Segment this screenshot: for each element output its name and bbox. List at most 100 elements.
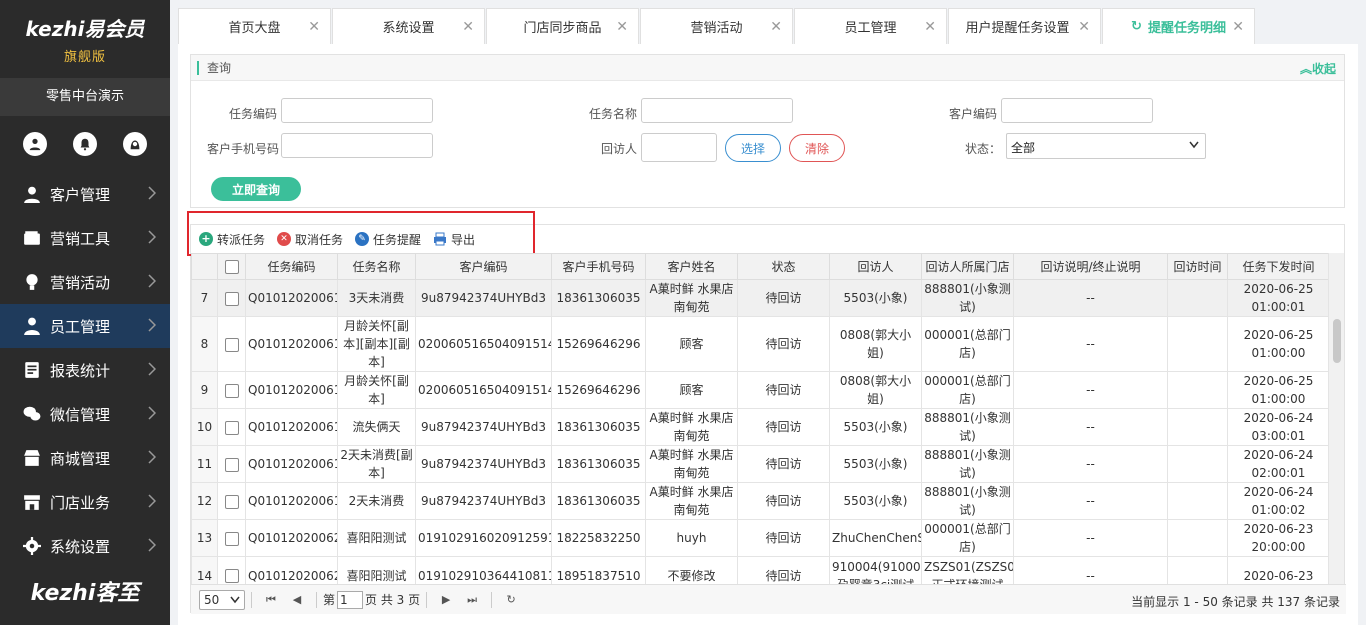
close-icon[interactable]: ✕ — [1232, 19, 1244, 35]
page-number-input[interactable]: 1 — [337, 590, 364, 609]
prev-page-icon[interactable]: ◀ — [290, 593, 304, 607]
table-row[interactable]: 14 Q010120200623喜阳阳测试01910291036441081118… — [191, 556, 1330, 584]
export-button[interactable]: 导出 — [433, 231, 475, 248]
menu-item-customers[interactable]: 客户管理 — [0, 172, 170, 216]
tab-dashboard[interactable]: 首页大盘 ✕ — [178, 8, 331, 44]
close-icon[interactable]: ✕ — [1078, 19, 1090, 35]
column-header[interactable]: 任务下发时间 — [1227, 253, 1330, 280]
tab-staff[interactable]: 员工管理 ✕ — [794, 8, 947, 44]
menu-item-marketing-tools[interactable]: 营销工具 — [0, 216, 170, 260]
customer-code-input[interactable] — [1001, 98, 1153, 123]
scrollbar-thumb[interactable] — [1333, 319, 1341, 363]
close-icon[interactable]: ✕ — [770, 19, 782, 35]
pencil-icon: ✎ — [355, 232, 370, 246]
menu-item-system-settings[interactable]: 系统设置 — [0, 524, 170, 568]
tab-reminder-settings[interactable]: 用户提醒任务设置 ✕ — [948, 8, 1101, 44]
column-header[interactable]: 任务编码 — [245, 253, 338, 280]
tab-system-settings[interactable]: 系统设置 ✕ — [332, 8, 485, 44]
table-row[interactable]: 9 Q010120200619月龄关怀[副本]020060516504091514… — [191, 371, 1330, 409]
column-header[interactable]: 任务名称 — [337, 253, 416, 280]
row-checkbox[interactable] — [224, 569, 239, 583]
row-checkbox[interactable] — [224, 457, 239, 472]
row-checkbox-cell[interactable] — [217, 519, 246, 557]
column-header[interactable]: 回访人所属门店 — [921, 253, 1014, 280]
refresh-icon[interactable]: ↻ — [504, 593, 518, 607]
current-store[interactable]: 零售中台演示 — [0, 78, 170, 116]
bell-icon[interactable] — [73, 132, 97, 156]
close-icon[interactable]: ✕ — [924, 19, 936, 35]
row-checkbox-cell[interactable] — [217, 556, 246, 584]
menu-item-wechat[interactable]: 微信管理 — [0, 392, 170, 436]
select-button[interactable]: 选择 — [725, 134, 781, 162]
menu-item-reports[interactable]: 报表统计 — [0, 348, 170, 392]
transfer-task-button[interactable]: + 转派任务 — [199, 231, 265, 248]
avatar-icon[interactable] — [123, 132, 147, 156]
row-checkbox[interactable] — [224, 531, 239, 546]
column-header[interactable]: 回访人 — [829, 253, 922, 280]
cell-status: 待回访 — [737, 371, 830, 409]
staff-icon — [22, 316, 42, 336]
row-checkbox-cell[interactable] — [217, 482, 246, 520]
column-header[interactable]: 回访时间 — [1167, 253, 1228, 280]
task-remind-button[interactable]: ✎ 任务提醒 — [355, 231, 421, 248]
table-row[interactable]: 10 Q010120200619流失俩天9u87942374UHYBd318361… — [191, 408, 1330, 446]
task-code-input[interactable] — [281, 98, 433, 123]
tab-marketing[interactable]: 营销活动 ✕ — [640, 8, 793, 44]
close-icon[interactable]: ✕ — [462, 19, 474, 35]
collapse-button[interactable]: ︽收起 — [1300, 60, 1336, 77]
menu-item-mall[interactable]: 商城管理 — [0, 436, 170, 480]
profile-icon[interactable] — [23, 132, 47, 156]
menu-item-marketing-activities[interactable]: 营销活动 — [0, 260, 170, 304]
page-size-select[interactable]: 50 — [199, 589, 245, 610]
customer-phone-input[interactable] — [281, 133, 433, 158]
cell-vtime — [1167, 316, 1228, 372]
column-header[interactable]: 回访说明/终止说明 — [1013, 253, 1168, 280]
last-page-icon[interactable]: ⏭ — [465, 593, 479, 607]
chevron-right-icon — [148, 230, 157, 244]
row-checkbox-cell[interactable] — [217, 371, 246, 409]
first-page-icon[interactable]: ⏮ — [264, 593, 278, 607]
select-all-checkbox[interactable] — [224, 259, 239, 274]
table-row[interactable]: 12 Q0101202006192天未消费9u87942374UHYBd31836… — [191, 482, 1330, 520]
table-row[interactable]: 11 Q0101202006192天未消费[副本]9u87942374UHYBd3… — [191, 445, 1330, 483]
vertical-scrollbar[interactable] — [1328, 253, 1344, 584]
row-checkbox[interactable] — [224, 291, 239, 306]
row-number: 9 — [191, 371, 218, 409]
column-header[interactable]: 状态 — [737, 253, 830, 280]
cell-visitor: 0808(郭大小姐) — [829, 371, 922, 409]
row-checkbox[interactable] — [224, 494, 239, 509]
menu-item-store-business[interactable]: 门店业务 — [0, 480, 170, 524]
column-header[interactable]: 客户姓名 — [645, 253, 738, 280]
cell-store: ZSZS01(ZSZS0正式环境测试 — [921, 556, 1014, 584]
tab-store-sync[interactable]: 门店同步商品 ✕ — [486, 8, 639, 44]
cell-cust: 019102910364410811 — [415, 556, 552, 584]
close-icon[interactable]: ✕ — [308, 19, 320, 35]
row-checkbox-cell[interactable] — [217, 279, 246, 317]
visitor-input[interactable] — [641, 133, 717, 162]
cell-code: Q010120200619 — [245, 482, 338, 520]
column-header[interactable]: 客户手机号码 — [551, 253, 646, 280]
tab-reminder-details[interactable]: ↻ 提醒任务明细 ✕ — [1102, 8, 1255, 44]
query-now-button[interactable]: 立即查询 — [211, 177, 301, 201]
status-select[interactable]: 全部 — [1006, 133, 1206, 159]
next-page-icon[interactable]: ▶ — [439, 593, 453, 607]
row-checkbox-cell[interactable] — [217, 445, 246, 483]
menu-item-staff[interactable]: 员工管理 — [0, 304, 170, 348]
refresh-icon[interactable]: ↻ — [1131, 19, 1142, 34]
row-checkbox-cell[interactable] — [217, 408, 246, 446]
sidebar: kezhi易会员 旗舰版 零售中台演示 客户管理 营销工具 营销活动 员工管理 … — [0, 0, 170, 625]
task-name-input[interactable] — [641, 98, 793, 123]
row-checkbox[interactable] — [224, 337, 239, 352]
close-icon[interactable]: ✕ — [616, 19, 628, 35]
table-row[interactable]: 13 Q010120200623喜阳阳测试01910291602091259118… — [191, 519, 1330, 557]
clear-button[interactable]: 清除 — [789, 134, 845, 162]
row-checkbox[interactable] — [224, 420, 239, 435]
table-row[interactable]: 8 Q010120200619月龄关怀[副本][副本][副本]0200605165… — [191, 316, 1330, 372]
column-header[interactable]: 客户编码 — [415, 253, 552, 280]
table-row[interactable]: 7 Q0101202006193天未消费9u87942374UHYBd318361… — [191, 279, 1330, 317]
row-checkbox[interactable] — [224, 383, 239, 398]
row-checkbox-cell[interactable] — [217, 316, 246, 372]
cancel-task-button[interactable]: ✕ 取消任务 — [277, 231, 343, 248]
select-all-header[interactable] — [217, 253, 246, 280]
cell-name: 喜阳阳测试 — [337, 556, 416, 584]
